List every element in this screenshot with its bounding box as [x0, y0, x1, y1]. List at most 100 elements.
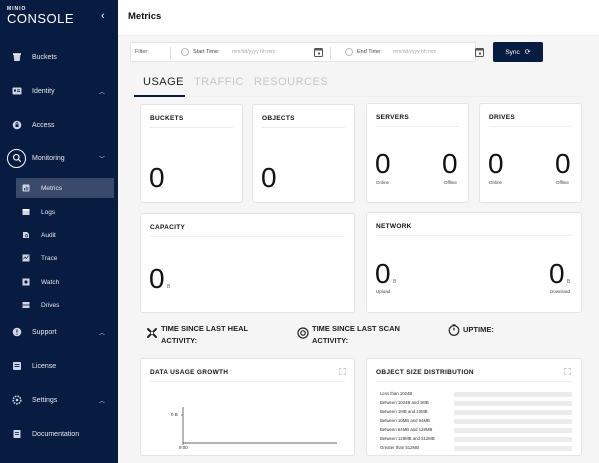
distribution-bar — [454, 410, 572, 415]
network-upload-value: 0 — [375, 258, 391, 289]
distribution-row: Between 128MB and 512MB — [380, 436, 572, 443]
servers-online-label: Online — [376, 180, 390, 185]
network-download-label: Download — [550, 289, 571, 294]
calendar-icon[interactable] — [475, 47, 484, 57]
uptime-icon — [448, 324, 460, 336]
card-title: NETWORK — [376, 223, 412, 230]
audit-icon — [22, 231, 30, 239]
card-separator — [262, 127, 345, 128]
data-usage-growth-card: DATA USAGE GROWTH 0 B 9:00 — [140, 358, 355, 456]
capacity-value: 0 — [149, 263, 165, 294]
start-time-input[interactable]: mm/dd/yyyy hh:mm — [232, 49, 275, 55]
tab-usage[interactable]: USAGE — [143, 76, 184, 88]
tab-bar-line — [134, 96, 583, 97]
scan-icon — [297, 327, 309, 339]
distribution-bar — [454, 401, 572, 406]
refresh-icon: ⟳ — [524, 49, 531, 56]
document-icon — [12, 429, 22, 439]
chevron-up-icon: ︿ — [99, 330, 106, 337]
distribution-label: Between 64MB and 128MB — [380, 427, 433, 432]
card-title: CAPACITY — [150, 224, 186, 231]
sidebar-item-support[interactable]: Support ︿ — [0, 321, 118, 343]
expand-icon[interactable] — [564, 368, 571, 375]
filter-divider — [170, 47, 171, 59]
drives-online-label: Online — [489, 180, 503, 185]
sidebar-subitem-watch[interactable]: Watch — [16, 272, 114, 292]
sidebar-subitem-label: Drives — [41, 301, 60, 309]
lock-icon — [12, 120, 22, 130]
sidebar-item-label: Settings — [32, 396, 58, 404]
active-tab-indicator — [134, 95, 185, 97]
card-separator — [150, 236, 345, 237]
distribution-label: Between 10MB and 64MB — [380, 418, 430, 423]
chevron-up-icon: ︿ — [99, 89, 106, 96]
distribution-bar — [454, 428, 572, 433]
heal-line-2: ACTIVITY: — [161, 336, 198, 345]
sidebar-subitem-logs[interactable]: Logs — [16, 202, 114, 222]
capacity-unit: B — [167, 284, 171, 290]
sidebar-item-access[interactable]: Access — [0, 114, 118, 136]
servers-offline-label: Offline — [444, 180, 457, 185]
card-separator — [376, 381, 572, 382]
network-download-value: 0 — [549, 258, 565, 289]
sidebar-item-settings[interactable]: Settings ︿ — [0, 389, 118, 411]
card-title: SERVERS — [376, 114, 410, 121]
start-time-label: Start Time: — [193, 49, 220, 55]
distribution-row: Greater than 512MB — [380, 445, 572, 452]
sidebar-subitem-metrics[interactable]: Metrics — [16, 178, 114, 198]
tab-traffic[interactable]: TRAFFIC — [194, 76, 244, 88]
sidebar-item-label: Documentation — [32, 430, 80, 438]
date-filter-bar: Filter: Start Time: mm/dd/yyyy hh:mm End… — [130, 42, 484, 62]
trace-icon — [22, 254, 30, 262]
distribution-row: Less than 1024B — [380, 391, 572, 398]
sidebar-item-monitoring[interactable]: Monitoring ﹀ — [0, 147, 118, 169]
sidebar-item-identity[interactable]: Identity ︿ — [0, 80, 118, 102]
filter-divider — [330, 47, 331, 59]
distribution-row: Between 64MB and 128MB — [380, 427, 572, 434]
sidebar-item-buckets[interactable]: Buckets — [0, 46, 118, 68]
end-time-input[interactable]: mm/dd/yyyy hh:mm — [393, 49, 436, 55]
network-download-unit: B — [567, 279, 571, 285]
sidebar-subitem-audit[interactable]: Audit — [16, 225, 114, 245]
y-tick-label: 0 B — [171, 412, 178, 417]
servers-card: SERVERS 0 Online 0 Offline — [366, 103, 469, 203]
heal-icon — [146, 327, 158, 339]
sidebar-item-label: Monitoring — [32, 154, 65, 162]
sidebar-subitem-trace[interactable]: Trace — [16, 248, 114, 268]
buckets-card: BUCKETS 0 — [140, 104, 243, 203]
bucket-icon — [12, 52, 22, 62]
drives-offline-label: Offline — [556, 180, 569, 185]
sidebar: MINIO CONSOLE ‹ Buckets Identity ︿ Acces… — [0, 0, 118, 463]
sidebar-item-license[interactable]: License — [0, 355, 118, 377]
sync-button-label: Sync — [505, 48, 520, 56]
page-title: Metrics — [128, 11, 162, 22]
top-bar: Metrics — [118, 0, 599, 36]
sidebar-item-label: License — [32, 362, 57, 370]
sidebar-item-documentation[interactable]: Documentation — [0, 423, 118, 445]
support-icon — [12, 327, 22, 337]
data-usage-chart — [181, 407, 337, 445]
card-separator — [150, 127, 233, 128]
sidebar-subitem-label: Logs — [41, 208, 56, 216]
distribution-row: Between 10MB and 64MB — [380, 418, 572, 425]
distribution-bar — [454, 437, 572, 442]
sync-button[interactable]: Sync ⟳ — [493, 42, 543, 62]
uptime-label: UPTIME: — [463, 325, 494, 334]
sidebar-item-label: Buckets — [32, 53, 57, 61]
drives-icon — [22, 301, 30, 309]
sidebar-subitem-label: Audit — [41, 231, 56, 239]
minio-logo[interactable]: MINIO CONSOLE — [7, 6, 74, 25]
metrics-icon — [22, 184, 30, 192]
scan-line-1: TIME SINCE LAST SCAN — [312, 324, 400, 333]
id-card-icon — [12, 86, 22, 96]
distribution-bar — [454, 446, 572, 451]
distribution-bar — [454, 392, 572, 397]
chevron-left-icon[interactable]: ‹ — [101, 11, 105, 22]
tab-resources[interactable]: RESOURCES — [254, 76, 328, 88]
card-title: BUCKETS — [150, 115, 184, 122]
sidebar-subitem-drives[interactable]: Drives — [16, 295, 114, 315]
drives-online-count: 0 — [488, 148, 504, 179]
card-title: OBJECT SIZE DISTRIBUTION — [376, 369, 474, 376]
calendar-icon[interactable] — [314, 47, 323, 57]
servers-online-count: 0 — [375, 148, 391, 179]
